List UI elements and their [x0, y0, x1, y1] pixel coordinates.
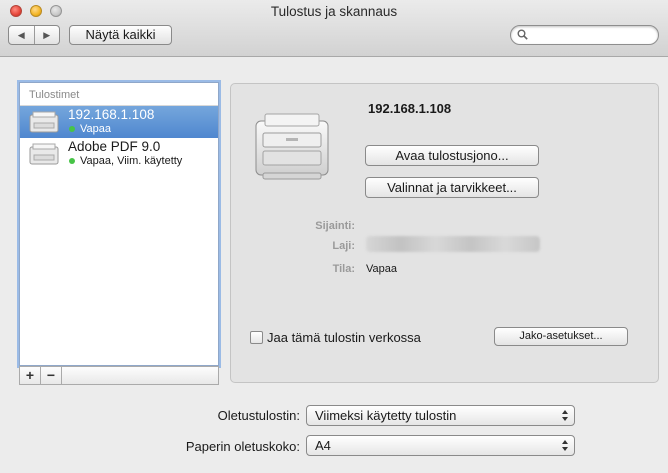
open-print-queue-button[interactable]: Avaa tulostusjono... [365, 145, 539, 166]
status-indicator [69, 158, 75, 164]
remove-printer-button[interactable]: − [41, 367, 62, 384]
back-button[interactable]: ◀ [9, 26, 35, 44]
printer-status: Vapaa, Viim. käytetty [80, 155, 183, 167]
show-all-button[interactable]: Näytä kaikki [69, 25, 172, 45]
share-printer-label: Jaa tämä tulostin verkossa [267, 330, 421, 345]
default-printer-value: Viimeksi käytetty tulostin [315, 408, 457, 423]
status-label: Tila: [332, 263, 355, 275]
printer-status: Vapaa [80, 123, 111, 135]
printers-list: Tulostimet 192.168.1.108 Vapaa Adobe PDF… [19, 82, 219, 366]
printer-name: Adobe PDF 9.0 [68, 139, 161, 154]
search-field[interactable] [510, 25, 659, 45]
kind-label: Laji: [332, 240, 355, 252]
add-printer-button[interactable]: + [20, 367, 41, 384]
share-printer-option[interactable]: Jaa tämä tulostin verkossa [250, 330, 421, 345]
popup-arrows-icon [562, 410, 568, 421]
forward-button[interactable]: ▶ [35, 26, 60, 44]
paper-size-label: Paperin oletuskoko: [185, 439, 300, 454]
location-label: Sijainti: [315, 220, 355, 232]
sharing-settings-button[interactable]: Jako-asetukset... [494, 327, 628, 346]
printer-icon [29, 143, 59, 165]
default-printer-label: Oletustulostin: [217, 408, 300, 423]
popup-arrows-icon [562, 440, 568, 451]
paper-size-value: A4 [315, 438, 331, 453]
search-icon [517, 29, 528, 40]
status-value: Vapaa [366, 263, 397, 275]
share-printer-checkbox[interactable] [250, 331, 263, 344]
options-supplies-button[interactable]: Valinnat ja tarvikkeet... [365, 177, 539, 198]
paper-size-popup[interactable]: A4 [306, 435, 575, 456]
printer-icon [29, 111, 59, 133]
add-remove-bar: + − [19, 366, 219, 385]
printers-list-header: Tulostimet [20, 83, 218, 106]
selected-printer-name: 192.168.1.108 [368, 101, 452, 116]
back-arrow-icon: ◀ [17, 29, 25, 40]
printer-list-item[interactable]: 192.168.1.108 Vapaa [20, 106, 218, 138]
window-title: Tulostus ja skannaus [270, 4, 398, 19]
status-indicator [69, 126, 75, 132]
default-printer-popup[interactable]: Viimeksi käytetty tulostin [306, 405, 575, 426]
toolbar: Tulostus ja skannaus ◀ ▶ Näytä kaikki [0, 0, 668, 57]
printer-icon [255, 113, 329, 180]
printer-list-item[interactable]: Adobe PDF 9.0 Vapaa, Viim. käytetty [20, 138, 218, 170]
printer-name: 192.168.1.108 [68, 107, 155, 122]
kind-value-redacted [366, 236, 540, 252]
back-forward-control: ◀ ▶ [8, 25, 60, 45]
forward-arrow-icon: ▶ [43, 29, 51, 40]
